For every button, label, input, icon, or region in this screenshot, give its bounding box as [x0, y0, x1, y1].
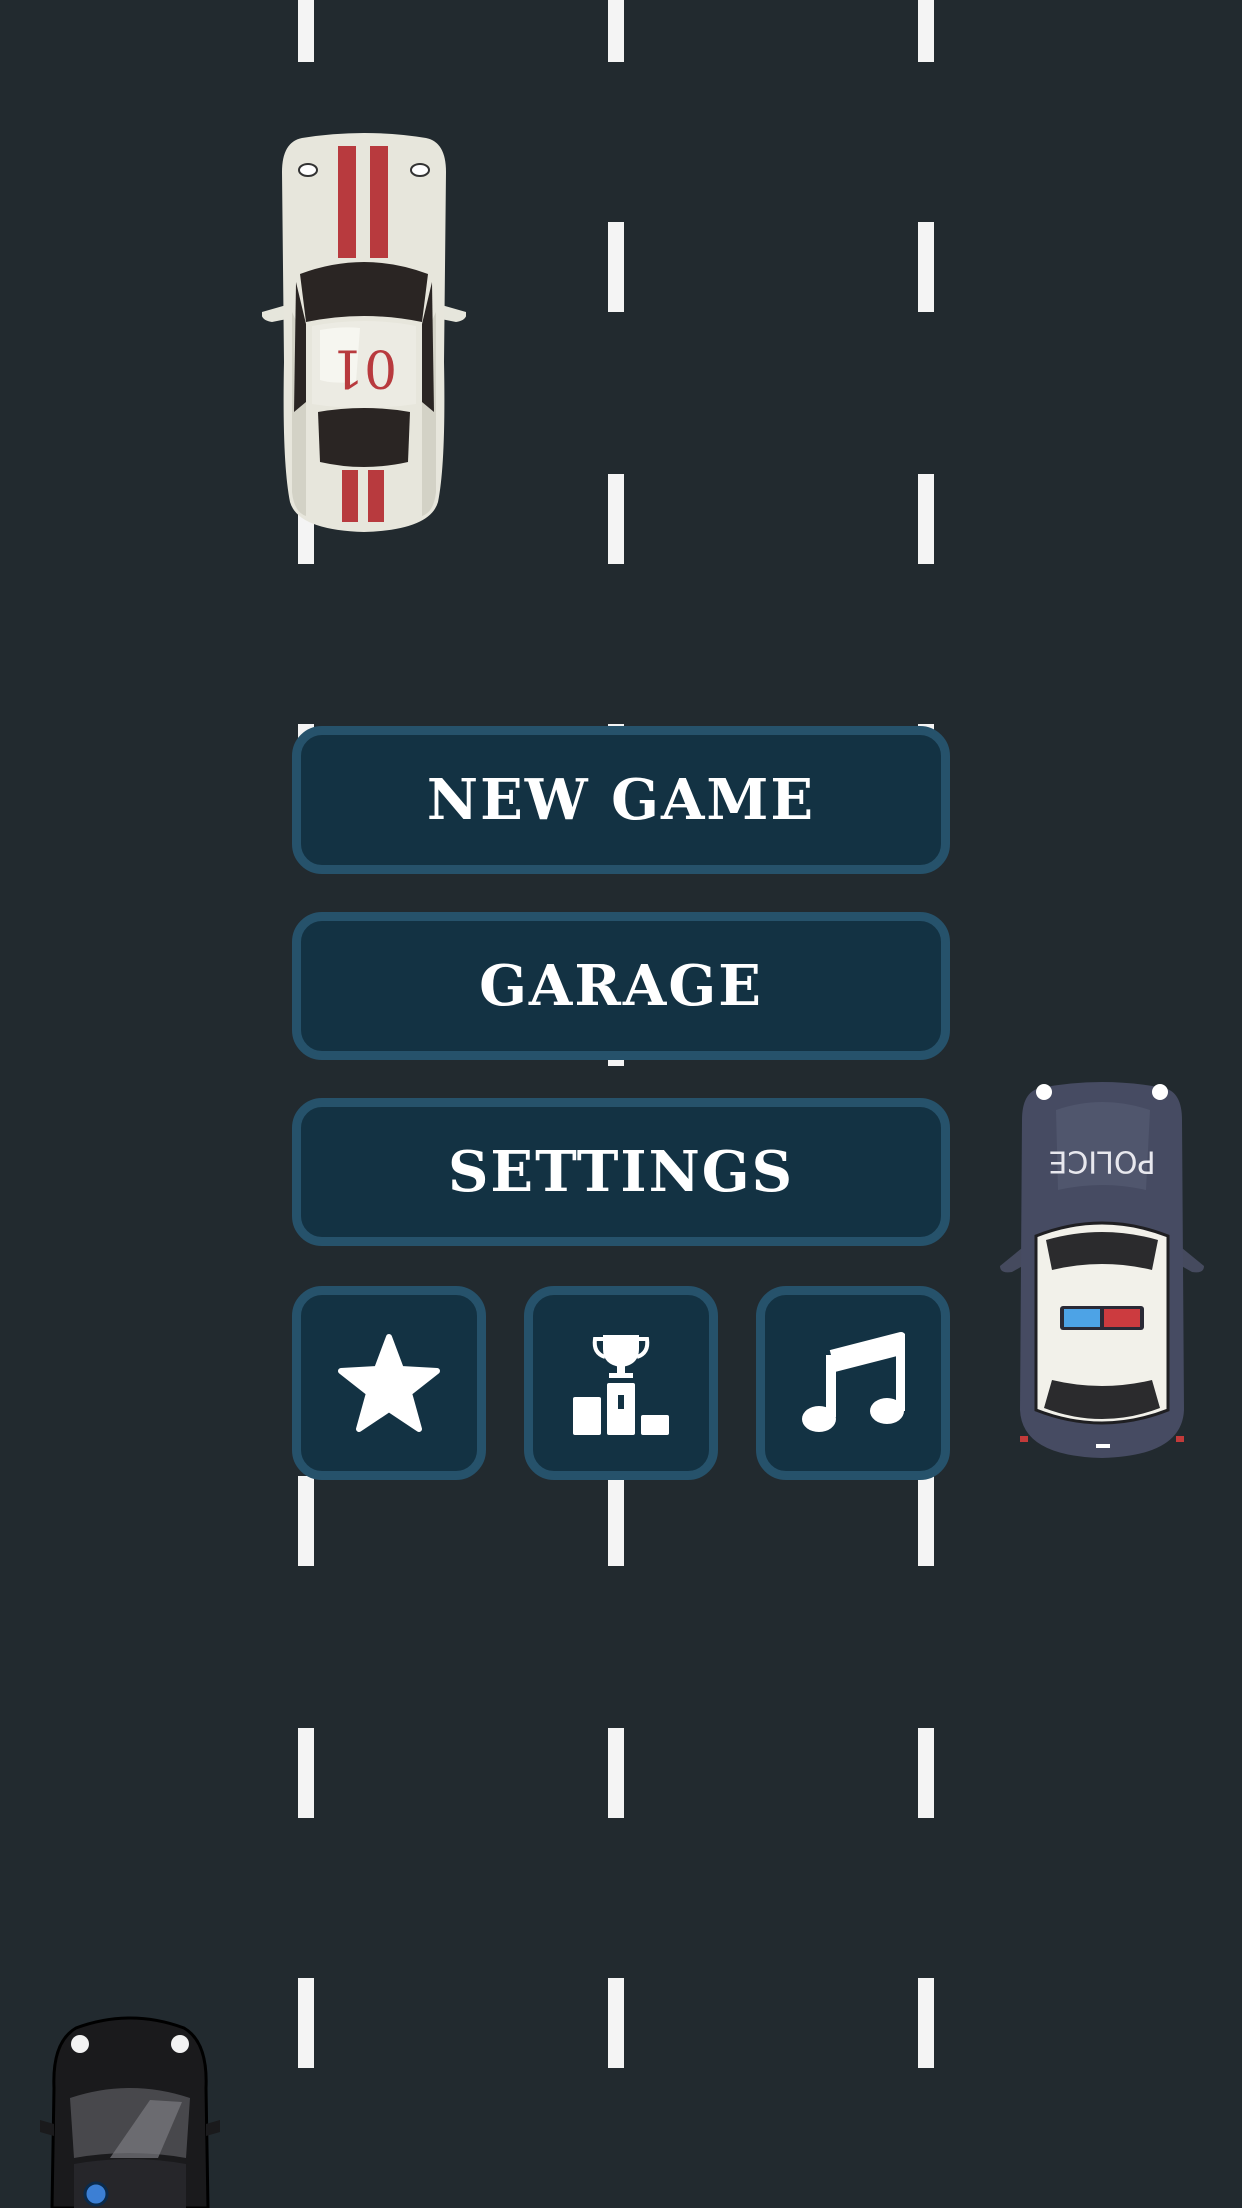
settings-label: SETTINGS [447, 1139, 795, 1205]
garage-button[interactable]: GARAGE [292, 912, 950, 1060]
police-label: POLICE [1048, 1144, 1155, 1179]
lane-marking [608, 222, 624, 312]
lane-marking [918, 1476, 934, 1566]
lane-marking [608, 1978, 624, 2068]
settings-button[interactable]: SETTINGS [292, 1098, 950, 1246]
lane-marking [298, 1978, 314, 2068]
police-car: POLICE [1000, 1082, 1204, 1458]
music-note-icon [802, 1332, 905, 1432]
lane-marking [298, 0, 314, 62]
new-game-label: NEW GAME [426, 767, 816, 833]
lane-marking [608, 1476, 624, 1566]
lane-marking [918, 474, 934, 564]
lane-marking [918, 1728, 934, 1818]
lane-marking [298, 1476, 314, 1566]
race-car-number: 01 [331, 338, 397, 398]
lane-marking [608, 474, 624, 564]
garage-label: GARAGE [479, 953, 763, 1019]
black-car [40, 2016, 220, 2208]
new-game-button[interactable]: NEW GAME [292, 726, 950, 874]
podium-trophy-icon [573, 1335, 669, 1435]
lane-marking [918, 0, 934, 62]
lane-marking [918, 222, 934, 312]
leaderboard-button[interactable] [524, 1286, 718, 1480]
lane-marking [608, 0, 624, 62]
music-toggle-button[interactable] [756, 1286, 950, 1480]
star-icon [338, 1334, 440, 1432]
lane-marking [918, 1978, 934, 2068]
lane-marking [298, 1728, 314, 1818]
lane-marking [608, 1728, 624, 1818]
race-car: 01 [262, 133, 466, 532]
rate-button[interactable] [292, 1286, 486, 1480]
